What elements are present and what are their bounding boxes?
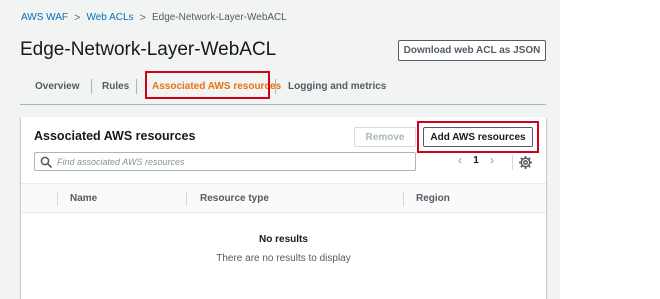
pager-divider: [512, 155, 513, 170]
column-divider: [57, 192, 58, 206]
tab-divider: [275, 79, 276, 94]
breadcrumb-separator: >: [139, 12, 146, 24]
tab-divider: [91, 79, 92, 94]
breadcrumb-separator: >: [74, 12, 81, 24]
add-aws-resources-button[interactable]: Add AWS resources: [423, 127, 533, 147]
associated-resources-panel: Associated AWS resources Remove Add AWS …: [21, 117, 546, 299]
download-json-button[interactable]: Download web ACL as JSON: [398, 40, 546, 61]
column-divider: [403, 192, 404, 206]
column-divider: [186, 192, 187, 206]
console-page: AWS WAF > Web ACLs > Edge-Network-Layer-…: [0, 0, 560, 299]
table-header: Name Resource type Region: [21, 183, 546, 213]
page-number[interactable]: 1: [469, 155, 483, 166]
panel-title: Associated AWS resources: [34, 129, 196, 143]
column-header-name[interactable]: Name: [70, 184, 97, 212]
pagination: ‹ 1 ›: [451, 153, 501, 167]
empty-state-title: No results: [259, 234, 308, 245]
breadcrumb-current: Edge-Network-Layer-WebACL: [151, 12, 287, 23]
tab-rules[interactable]: Rules: [102, 70, 129, 103]
search-field[interactable]: [34, 152, 416, 171]
remove-button[interactable]: Remove: [354, 127, 416, 147]
breadcrumb-web-acls[interactable]: Web ACLs: [86, 12, 133, 24]
search-icon: [40, 156, 52, 168]
chevron-right-icon[interactable]: ›: [483, 153, 501, 167]
search-input[interactable]: [57, 154, 407, 169]
column-header-resource-type[interactable]: Resource type: [200, 184, 269, 212]
chevron-left-icon[interactable]: ‹: [451, 153, 469, 167]
tab-logging-and-metrics[interactable]: Logging and metrics: [288, 70, 386, 103]
tab-overview[interactable]: Overview: [35, 70, 79, 103]
breadcrumb: AWS WAF > Web ACLs > Edge-Network-Layer-…: [21, 12, 287, 24]
tab-associated-aws-resources[interactable]: Associated AWS resources: [152, 70, 281, 103]
gear-icon[interactable]: [519, 156, 532, 169]
empty-state-message: There are no results to display: [216, 253, 351, 264]
tab-bar: Overview Rules Associated AWS resources …: [20, 70, 546, 105]
column-header-region[interactable]: Region: [416, 184, 450, 212]
breadcrumb-aws-waf[interactable]: AWS WAF: [21, 12, 68, 24]
tab-divider: [136, 79, 137, 94]
page-title: Edge-Network-Layer-WebACL: [20, 39, 277, 60]
